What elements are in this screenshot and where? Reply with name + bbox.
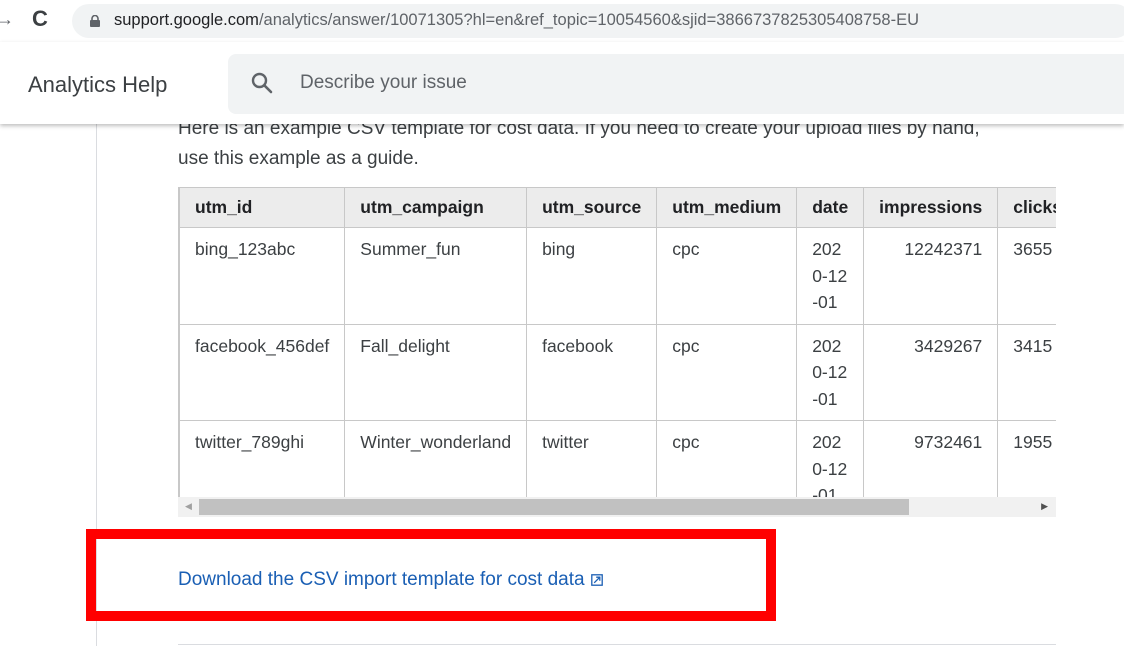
table-cell: cpc [656, 227, 798, 325]
table-cell: 3415 [997, 323, 1056, 421]
download-csv-template-link[interactable]: Download the CSV import template for cos… [178, 569, 603, 591]
help-header: Analytics Help Describe your issue [0, 42, 1124, 124]
table-cell: cpc [656, 420, 798, 497]
cost-data-table-container[interactable]: utm_id utm_campaign utm_source utm_mediu… [178, 187, 1056, 497]
table-cell: twitter_789ghi [179, 420, 346, 497]
product-title[interactable]: Analytics Help [28, 72, 167, 98]
forward-arrow-icon[interactable]: → [0, 9, 14, 30]
url-host: support.google.com [114, 11, 259, 29]
table-cell: 2020-12-01 [796, 227, 865, 325]
section-divider [178, 644, 1056, 645]
scroll-right-arrow-icon[interactable]: ▶ [1041, 501, 1048, 512]
table-cell: cpc [656, 323, 798, 421]
table-cell: twitter [526, 420, 658, 497]
table-cell: Winter_wonderland [344, 420, 528, 497]
table-horizontal-scrollbar[interactable]: ◀ ▶ [178, 497, 1056, 517]
column-header: impressions [863, 187, 999, 228]
url-path: /analytics/answer/10071305?hl=en&ref_top… [258, 11, 920, 29]
table-row: bing_123abc Summer_fun bing cpc 2020-12-… [179, 227, 1056, 325]
table-cell: 2020-12-01 [796, 420, 865, 497]
search-box[interactable]: Describe your issue [228, 54, 1124, 114]
column-header: utm_id [179, 187, 346, 228]
table-cell: facebook [526, 323, 658, 421]
table-cell: bing_123abc [179, 227, 346, 325]
table-cell: Summer_fun [344, 227, 528, 325]
column-header: utm_source [526, 187, 658, 228]
column-header: date [796, 187, 865, 228]
search-input[interactable]: Describe your issue [300, 72, 467, 94]
browser-toolbar: → C support.google.com/analytics/answer/… [0, 0, 1124, 42]
lock-icon[interactable] [90, 15, 100, 27]
column-header: utm_medium [656, 187, 798, 228]
table-cell: 3655 [997, 227, 1056, 325]
table-cell: Fall_delight [344, 323, 528, 421]
table-cell: 3429267 [863, 323, 999, 421]
table-row: twitter_789ghi Winter_wonderland twitter… [179, 420, 1056, 497]
table-cell: 9732461 [863, 420, 999, 497]
table-cell: 12242371 [863, 227, 999, 325]
cost-data-table: utm_id utm_campaign utm_source utm_mediu… [179, 187, 1056, 497]
column-header: utm_campaign [344, 187, 528, 228]
column-header: clicks [997, 187, 1056, 228]
intro-line-2: use this example as a guide. [178, 148, 419, 169]
url-text[interactable]: support.google.com/analytics/answer/1007… [114, 11, 919, 30]
external-link-icon [590, 574, 603, 586]
table-cell: 2020-12-01 [796, 323, 865, 421]
table-cell: 1955 [997, 420, 1056, 497]
address-bar[interactable]: support.google.com/analytics/answer/1007… [72, 4, 1124, 38]
table-header-row: utm_id utm_campaign utm_source utm_mediu… [179, 187, 1056, 228]
search-icon[interactable] [250, 71, 274, 95]
table-cell: bing [526, 227, 658, 325]
scrollbar-thumb[interactable] [199, 499, 909, 515]
table-row: facebook_456def Fall_delight facebook cp… [179, 323, 1056, 421]
reload-icon[interactable]: C [32, 6, 48, 32]
download-link-label: Download the CSV import template for cos… [178, 569, 585, 590]
scroll-left-arrow-icon[interactable]: ◀ [185, 501, 192, 512]
table-cell: facebook_456def [179, 323, 346, 421]
